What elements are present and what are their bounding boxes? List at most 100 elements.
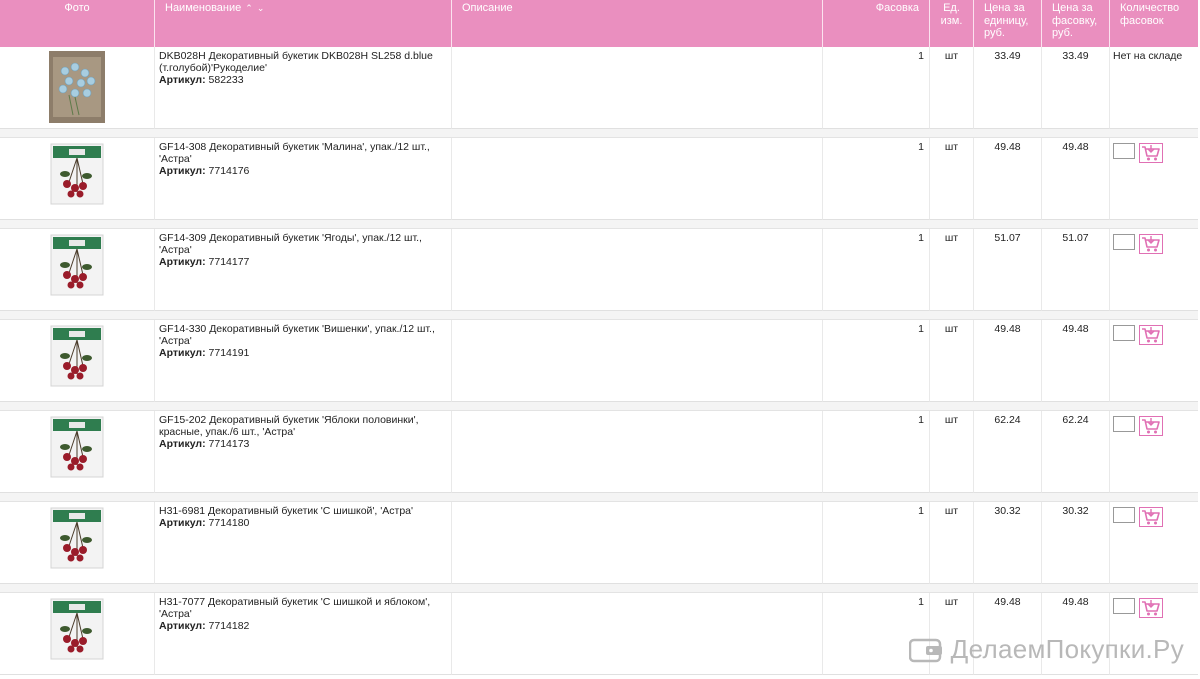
product-name-cell: DKB028H Декоративный букетик DKB028H SL2…	[155, 47, 452, 129]
price-pack-value: 49.48	[1042, 138, 1110, 220]
product-photo-icon	[49, 51, 105, 123]
product-photo-icon	[50, 507, 104, 569]
row-divider	[0, 220, 1198, 229]
unit-value: шт	[930, 229, 974, 311]
pack-value: 1	[823, 502, 930, 584]
quantity-input[interactable]	[1113, 598, 1135, 614]
product-photo[interactable]	[0, 320, 155, 402]
quantity-input[interactable]	[1113, 325, 1135, 341]
product-photo[interactable]	[0, 47, 155, 129]
add-to-cart-icon[interactable]	[1139, 143, 1163, 163]
header-photo: Фото	[0, 0, 155, 47]
pack-value: 1	[823, 138, 930, 220]
product-photo[interactable]	[0, 502, 155, 584]
pack-value: 1	[823, 47, 930, 129]
header-name[interactable]: Наименование ⌃ ⌄	[155, 0, 452, 47]
add-to-cart-icon[interactable]	[1139, 598, 1163, 618]
pack-value: 1	[823, 411, 930, 493]
price-pack-value: 49.48	[1042, 320, 1110, 402]
product-name[interactable]: DKB028H Декоративный букетик DKB028H SL2…	[159, 50, 447, 75]
product-photo-icon	[50, 143, 104, 205]
quantity-input[interactable]	[1113, 143, 1135, 159]
product-photo[interactable]	[0, 411, 155, 493]
quantity-input[interactable]	[1113, 234, 1135, 250]
products-table: Фото Наименование ⌃ ⌄ Описание Фасовка Ед.…	[0, 0, 1200, 47]
header-price-unit: Цена за единицу, руб.	[974, 0, 1042, 47]
header-name-label: Наименование	[165, 2, 242, 14]
product-description	[452, 47, 823, 129]
product-name[interactable]: GF15-202 Декоративный букетик 'Яблоки по…	[159, 414, 447, 439]
product-photo[interactable]	[0, 138, 155, 220]
stock-status: Нет на складе	[1110, 47, 1198, 129]
quantity-cell	[1110, 138, 1198, 220]
product-photo-icon	[50, 598, 104, 660]
quantity-cell	[1110, 411, 1198, 493]
product-name[interactable]: GF14-308 Декоративный букетик 'Малина', …	[159, 141, 447, 166]
row-divider	[0, 311, 1198, 320]
price-unit-value: 49.48	[974, 138, 1042, 220]
sort-up-icon[interactable]: ⌃	[245, 3, 253, 13]
quantity-input[interactable]	[1113, 507, 1135, 523]
add-to-cart-icon[interactable]	[1139, 325, 1163, 345]
add-to-cart-icon[interactable]	[1139, 507, 1163, 527]
sku-label: Артикул:	[159, 516, 206, 529]
sku-value: 582233	[208, 73, 244, 86]
sku-value: 7714182	[208, 619, 250, 632]
product-rows: DKB028H Декоративный букетик DKB028H SL2…	[0, 47, 1200, 675]
sku-label: Артикул:	[159, 437, 206, 450]
sort-down-icon[interactable]: ⌄	[257, 3, 265, 13]
product-photo-icon	[50, 234, 104, 296]
price-unit-value: 33.49	[974, 47, 1042, 129]
add-to-cart-icon[interactable]	[1139, 416, 1163, 436]
sku-label: Артикул:	[159, 255, 206, 268]
site-watermark: ДелаемПокупки.Ру	[908, 634, 1184, 665]
sku-value: 7714176	[208, 164, 250, 177]
product-description	[452, 593, 823, 675]
quantity-cell	[1110, 502, 1198, 584]
product-name[interactable]: H31-7077 Декоративный букетик 'С шишкой …	[159, 596, 447, 621]
sku-value: 7714191	[208, 346, 250, 359]
price-pack-value: 33.49	[1042, 47, 1110, 129]
unit-value: шт	[930, 411, 974, 493]
header-pack: Фасовка	[823, 0, 930, 47]
product-description	[452, 502, 823, 584]
row-divider	[0, 129, 1198, 138]
row-divider	[0, 493, 1198, 502]
price-unit-value: 49.48	[974, 320, 1042, 402]
product-name-cell: GF14-309 Декоративный букетик 'Ягоды', у…	[155, 229, 452, 311]
product-description	[452, 411, 823, 493]
quantity-cell	[1110, 320, 1198, 402]
header-price-pack: Цена за фасовку, руб.	[1042, 0, 1110, 47]
price-unit-value: 62.24	[974, 411, 1042, 493]
product-description	[452, 138, 823, 220]
price-pack-value: 30.32	[1042, 502, 1110, 584]
quantity-input[interactable]	[1113, 416, 1135, 432]
price-pack-value: 62.24	[1042, 411, 1110, 493]
watermark-text: ДелаемПокупки.Ру	[950, 634, 1184, 664]
pack-value: 1	[823, 320, 930, 402]
product-description	[452, 320, 823, 402]
unit-value: шт	[930, 138, 974, 220]
product-photo[interactable]	[0, 229, 155, 311]
pack-value: 1	[823, 229, 930, 311]
add-to-cart-icon[interactable]	[1139, 234, 1163, 254]
row-divider	[0, 584, 1198, 593]
product-name[interactable]: GF14-309 Декоративный букетик 'Ягоды', у…	[159, 232, 447, 257]
product-photo[interactable]	[0, 593, 155, 675]
product-photo-icon	[50, 416, 104, 478]
row-divider	[0, 402, 1198, 411]
wallet-icon	[908, 638, 942, 662]
product-name-cell: GF15-202 Декоративный букетик 'Яблоки по…	[155, 411, 452, 493]
sku-value: 7714180	[208, 516, 250, 529]
sku-value: 7714173	[208, 437, 250, 450]
sku-value: 7714177	[208, 255, 250, 268]
product-name[interactable]: GF14-330 Декоративный букетик 'Вишенки',…	[159, 323, 447, 348]
price-unit-value: 30.32	[974, 502, 1042, 584]
sku-label: Артикул:	[159, 619, 206, 632]
product-name-cell: H31-6981 Декоративный букетик 'С шишкой'…	[155, 502, 452, 584]
unit-value: шт	[930, 320, 974, 402]
price-unit-value: 51.07	[974, 229, 1042, 311]
sku-label: Артикул:	[159, 164, 206, 177]
unit-value: шт	[930, 502, 974, 584]
product-name-cell: H31-7077 Декоративный букетик 'С шишкой …	[155, 593, 452, 675]
